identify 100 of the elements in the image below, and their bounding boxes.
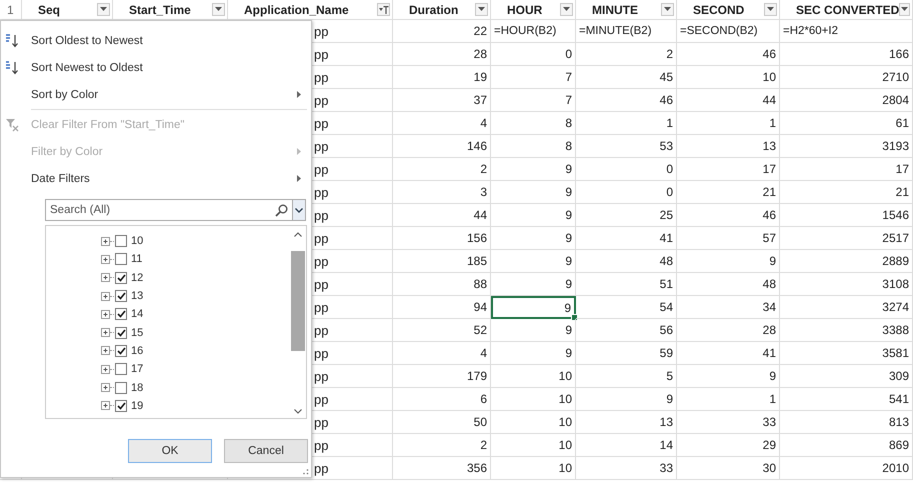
menu-item[interactable]: Sort Oldest to Newest: [1, 27, 311, 54]
table-cell: 88: [393, 273, 491, 296]
table-cell: 146: [393, 135, 491, 158]
filter-applied-button[interactable]: [377, 3, 390, 16]
check-icon: [116, 346, 126, 355]
table-cell: 0: [576, 158, 677, 181]
value-label: 18: [131, 382, 144, 394]
expand-icon[interactable]: [101, 236, 110, 246]
table-cell: 5: [576, 365, 677, 388]
table-cell: 41: [677, 342, 780, 365]
table-cell: 9: [491, 342, 576, 365]
table-cell: 185: [393, 250, 491, 273]
table-cell: 30: [677, 457, 780, 480]
table-cell: 7: [491, 89, 576, 112]
dropdown-arrow-icon: [100, 7, 107, 12]
menu-item[interactable]: Sort Newest to Oldest: [1, 54, 311, 81]
table-cell: 53: [576, 135, 677, 158]
checkbox[interactable]: [115, 290, 127, 302]
table-cell: 4: [393, 112, 491, 135]
cancel-button[interactable]: Cancel: [224, 439, 308, 463]
table-cell: 3581: [780, 342, 913, 365]
table-cell: 10: [677, 66, 780, 89]
table-cell: 46: [677, 204, 780, 227]
table-cell: 28: [677, 319, 780, 342]
table-cell: 33: [576, 457, 677, 480]
table-cell: 10: [491, 434, 576, 457]
checkbox[interactable]: [115, 272, 127, 284]
table-cell: 9: [677, 365, 780, 388]
table-cell: 50: [393, 411, 491, 434]
expand-icon[interactable]: [101, 364, 110, 374]
filter-dropdown-button[interactable]: [899, 3, 910, 16]
table-cell: 41: [576, 227, 677, 250]
filter-applied-icon: [378, 5, 388, 14]
filter-dropdown-button[interactable]: [560, 3, 573, 16]
table-cell: 10: [491, 457, 576, 480]
menu-item[interactable]: Sort by Color: [1, 81, 311, 108]
search-field[interactable]: Search (All): [45, 199, 293, 221]
table-cell: 2: [576, 43, 677, 66]
expand-icon[interactable]: [101, 346, 110, 356]
checkbox[interactable]: [115, 326, 127, 339]
resize-grip-icon[interactable]: [301, 469, 309, 475]
value-label: 17: [131, 363, 144, 376]
checkbox[interactable]: [115, 235, 127, 248]
scroll-down-icon[interactable]: [294, 409, 302, 414]
filter-dropdown-button[interactable]: [661, 3, 674, 16]
table-cell: 44: [677, 89, 780, 112]
table-cell: 48: [576, 250, 677, 273]
table-cell: 1: [576, 112, 677, 135]
filter-dropdown-button[interactable]: [475, 3, 488, 16]
table-cell: 48: [677, 273, 780, 296]
table-cell: 13: [576, 411, 677, 434]
table-cell: 14: [576, 434, 677, 457]
table-cell: 179: [393, 365, 491, 388]
table-cell: 1546: [780, 204, 913, 227]
table-cell: 22: [393, 20, 491, 43]
table-cell: 9: [491, 181, 576, 204]
table-cell: =HOUR(B2): [491, 20, 576, 43]
sort-icon: [5, 34, 19, 48]
table-cell: 2710: [780, 66, 913, 89]
table-cell: 2: [393, 434, 491, 457]
table-cell: 19: [393, 66, 491, 89]
checkbox[interactable]: [115, 344, 127, 357]
checkbox[interactable]: [115, 400, 127, 412]
filter-dropdown-button[interactable]: [212, 3, 225, 16]
table-cell: 56: [576, 319, 677, 342]
dropdown-arrow-icon: [478, 7, 485, 12]
table-cell: 9: [576, 388, 677, 411]
expand-icon[interactable]: [101, 383, 110, 392]
ok-button[interactable]: OK: [128, 439, 212, 463]
column-header: HOUR: [507, 2, 542, 16]
chevron-down-icon: [295, 208, 303, 212]
menu-item[interactable]: Date Filters: [1, 165, 311, 192]
submenu-arrow-icon: [297, 91, 301, 98]
scroll-up-icon[interactable]: [294, 232, 302, 237]
table-cell: 0: [491, 43, 576, 66]
filter-dropdown-button[interactable]: [764, 3, 777, 16]
check-icon: [116, 310, 126, 318]
table-cell: 3193: [780, 135, 913, 158]
table-cell: 17: [780, 158, 913, 181]
expand-icon[interactable]: [101, 328, 110, 338]
checkbox[interactable]: [115, 308, 127, 320]
dropdown-arrow-icon: [901, 7, 908, 12]
expand-icon[interactable]: [101, 292, 110, 301]
expand-icon[interactable]: [101, 310, 110, 319]
dropdown-arrow-icon: [215, 7, 222, 12]
filter-dropdown-button[interactable]: [97, 3, 110, 16]
column-header: SECOND: [693, 2, 744, 16]
table-cell: 8: [491, 135, 576, 158]
check-icon: [116, 274, 126, 282]
checkbox[interactable]: [115, 363, 127, 376]
dropdown-arrow-icon: [563, 7, 570, 12]
table-cell: 9: [491, 227, 576, 250]
expand-icon[interactable]: [101, 273, 110, 282]
search-options-button[interactable]: [293, 199, 306, 221]
checkbox[interactable]: [115, 382, 127, 394]
expand-icon[interactable]: [101, 254, 110, 264]
checkbox[interactable]: [115, 253, 127, 266]
expand-icon[interactable]: [101, 401, 110, 410]
table-cell: 2: [393, 158, 491, 181]
clear-filter-icon: [5, 118, 19, 132]
